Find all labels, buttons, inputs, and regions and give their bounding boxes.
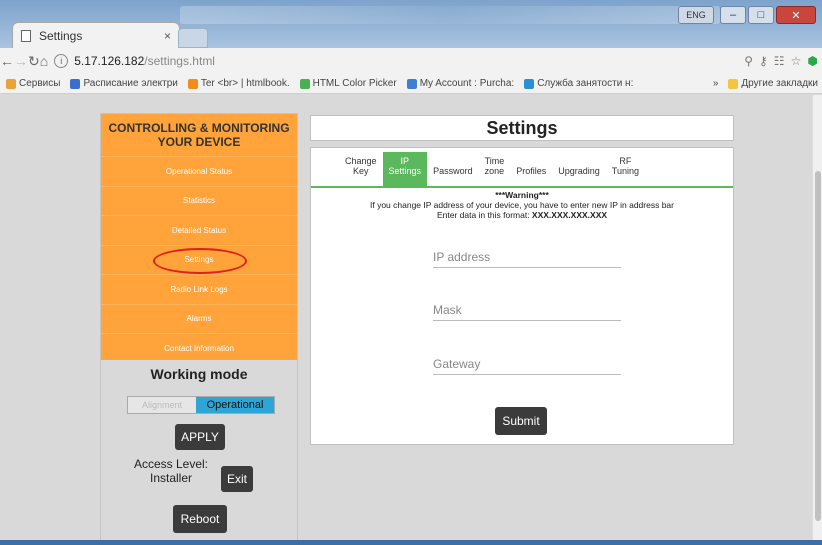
tab-close-icon[interactable]: ×: [164, 29, 171, 43]
access-level: Access Level: Installer: [133, 457, 209, 485]
tab-underline: [311, 186, 733, 188]
maximize-icon[interactable]: □: [748, 6, 774, 24]
warning-format: XXX.XXX.XXX.XXX: [531, 210, 608, 220]
submit-button[interactable]: Submit: [495, 407, 547, 435]
reload-icon[interactable]: ↻: [28, 53, 40, 70]
bookmark-icon: [187, 78, 198, 89]
address-host: 5.17.126.182: [74, 54, 145, 68]
page-title: Settings: [310, 115, 734, 141]
exit-button[interactable]: Exit: [221, 466, 253, 492]
mode-option-operational[interactable]: Operational: [196, 397, 274, 413]
window-controls: ENG – □ ✕: [678, 6, 816, 24]
toolbar-right-icons: ⚲ ⚷ ☷ ☆ ⬢ ⋮: [744, 54, 822, 68]
reboot-button[interactable]: Reboot: [173, 505, 227, 533]
home-icon[interactable]: ⌂: [40, 53, 48, 69]
tab-profiles[interactable]: Profiles: [510, 152, 552, 186]
blurred-tabs-area: [180, 6, 720, 24]
working-mode-title: Working mode: [150, 366, 248, 382]
tab-rf-tuning[interactable]: RF Tuning: [606, 152, 645, 186]
bookmark-item[interactable]: Ter <br> | htmlbook.: [187, 78, 290, 89]
apply-button[interactable]: APPLY: [175, 424, 225, 450]
page-viewport: CONTROLLING & MONITORING YOUR DEVICE Ope…: [0, 95, 812, 540]
tab-ip-settings[interactable]: IP Settings: [382, 152, 428, 186]
warning-line: If you change IP address of your device,…: [370, 200, 674, 210]
browser-tab-settings[interactable]: Settings ×: [12, 22, 180, 48]
mode-toggle[interactable]: Alignment Operational: [127, 396, 275, 414]
sidebar-item-contact-information[interactable]: Contact Information: [101, 333, 297, 363]
tab-password[interactable]: Password: [427, 152, 479, 186]
warning-title: ***Warning***: [495, 190, 549, 200]
sidebar-item-radio-link-logs[interactable]: Radio Link Logs: [101, 274, 297, 304]
key-icon[interactable]: ⚷: [759, 54, 768, 68]
bookmark-icon: [299, 78, 310, 89]
mask-input[interactable]: [433, 299, 621, 321]
language-badge[interactable]: ENG: [678, 6, 714, 24]
warning-message: ***Warning*** If you change IP address o…: [311, 190, 733, 220]
info-icon[interactable]: i: [54, 54, 69, 68]
folder-icon: [728, 78, 739, 89]
new-tab-button[interactable]: [178, 28, 208, 48]
window-titlebar: Settings × ENG – □ ✕: [0, 0, 822, 48]
sidebar-item-detailed-status[interactable]: Detailed Status: [101, 215, 297, 245]
window-close-icon[interactable]: ✕: [776, 6, 816, 24]
mode-option-alignment[interactable]: Alignment: [128, 397, 196, 413]
translate-icon[interactable]: ☷: [774, 54, 785, 68]
bookmarks-overflow-icon[interactable]: »: [713, 78, 719, 89]
zoom-icon[interactable]: ⚲: [744, 54, 753, 68]
bookmark-star-icon[interactable]: ☆: [791, 54, 802, 68]
bookmark-icon: [524, 78, 535, 89]
page-icon: [21, 29, 31, 42]
settings-panel: Change Key IP Settings Password Time zone P…: [310, 147, 734, 445]
vertical-scrollbar[interactable]: [812, 95, 822, 545]
scrollbar-thumb[interactable]: [815, 171, 821, 521]
settings-tabs: Change Key IP Settings Password Time zone P…: [339, 152, 645, 186]
sidebar-item-statistics[interactable]: Statistics: [101, 185, 297, 216]
working-mode-section: Working mode Alignment Operational APPLY…: [101, 360, 297, 540]
highlight-oval: [153, 247, 247, 274]
apps-icon: [6, 78, 16, 89]
bookmark-item[interactable]: My Account : Purcha:: [406, 78, 514, 89]
extension-icon[interactable]: ⬢: [807, 54, 817, 68]
forward-icon[interactable]: →: [14, 53, 28, 69]
bookmark-item[interactable]: Служба занятости н:: [524, 78, 633, 89]
sidebar: CONTROLLING & MONITORING YOUR DEVICE Ope…: [100, 113, 298, 540]
bookmark-icon: [70, 78, 81, 89]
address-path: /settings.html: [144, 54, 215, 68]
bookmark-icon: [406, 78, 417, 89]
bookmarks-more: » Другие закладки: [713, 78, 822, 89]
warning-format-prefix: Enter data in this format:: [436, 210, 532, 220]
browser-toolbar: ← → ↻ ⌂ i 5.17.126.182/settings.html ⚲ ⚷…: [0, 48, 822, 74]
tab-change-key[interactable]: Change Key: [339, 152, 383, 186]
sidebar-item-alarms[interactable]: Alarms: [101, 303, 297, 334]
tab-upgrading[interactable]: Upgrading: [552, 152, 606, 186]
back-icon[interactable]: ←: [0, 53, 14, 69]
address-bar[interactable]: i 5.17.126.182/settings.html: [54, 51, 744, 71]
bookmark-item[interactable]: Сервисы: [6, 78, 60, 89]
sidebar-heading: CONTROLLING & MONITORING YOUR DEVICE: [108, 121, 290, 149]
taskbar-edge: [0, 540, 822, 545]
tab-time-zone[interactable]: Time zone: [479, 152, 511, 186]
ip-address-input[interactable]: [433, 246, 621, 268]
tab-title: Settings: [39, 28, 83, 43]
bookmark-item[interactable]: HTML Color Picker: [299, 78, 397, 89]
sidebar-item-settings[interactable]: Settings: [101, 244, 297, 275]
bookmarks-bar: Сервисы Расписание электри Ter <br> | ht…: [0, 74, 822, 94]
bookmark-item[interactable]: Расписание электри: [70, 78, 178, 89]
gateway-input[interactable]: [433, 353, 621, 375]
other-bookmarks[interactable]: Другие закладки: [728, 78, 818, 89]
minimize-icon[interactable]: –: [720, 6, 746, 24]
sidebar-item-operational-status[interactable]: Operational Status: [101, 156, 297, 186]
